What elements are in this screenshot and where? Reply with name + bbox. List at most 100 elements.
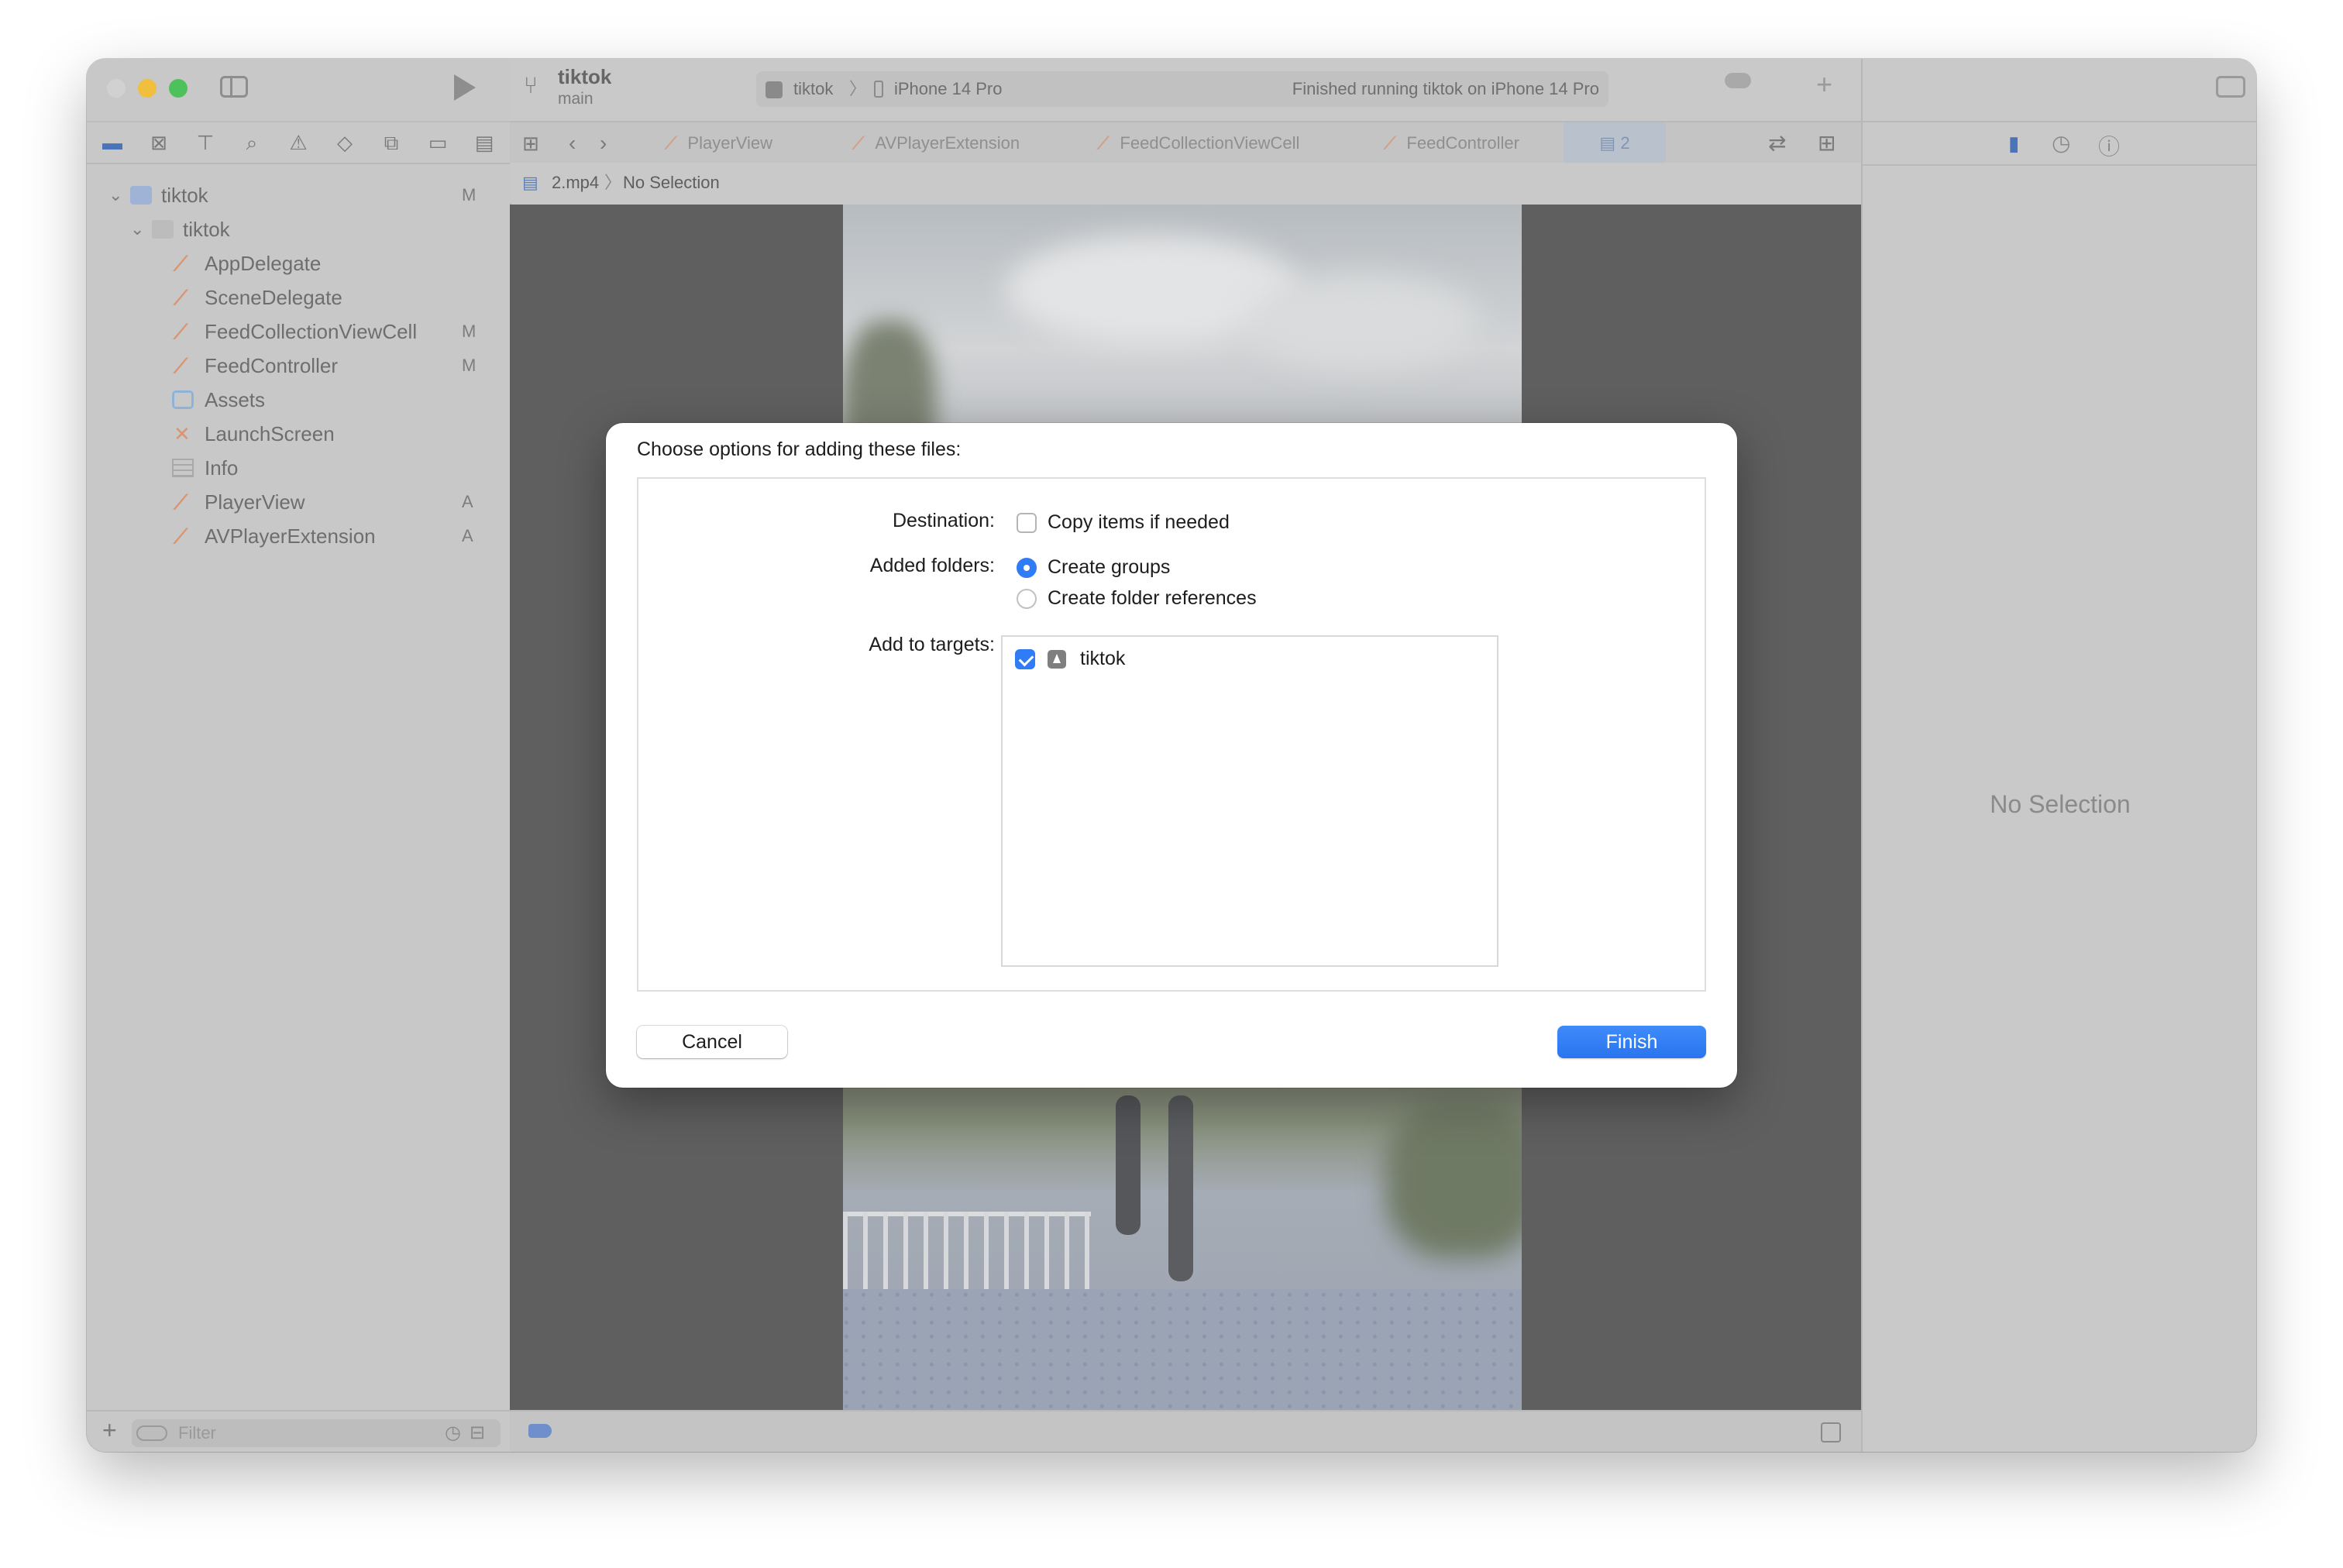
tag-icon[interactable] [528,1424,552,1438]
tree-row-file[interactable]: ⟋ AppDelegate [87,246,510,280]
close-window-button[interactable] [107,79,126,98]
forward-icon[interactable]: › [600,122,607,164]
tree-row-file[interactable]: Info [87,451,510,485]
options-box: Destination: Copy items if needed Added … [637,477,1706,992]
tree-row-file[interactable]: ⟋ FeedCollectionViewCell M [87,315,510,349]
tree-row-project[interactable]: ⌄ tiktok M [87,178,510,212]
filter-options-icon[interactable] [136,1425,167,1441]
zoom-window-button[interactable] [169,79,188,98]
tree-row-folder[interactable]: ⌄ tiktok [87,212,510,246]
run-button-icon[interactable] [454,74,476,101]
scm-filter-icon[interactable]: ⊟ [470,1419,485,1447]
tree-row-file[interactable]: ⟋ PlayerView A [87,485,510,519]
tab-avplayerextension[interactable]: ⟋ AVPlayerExtension [852,122,1020,164]
finish-button[interactable]: Finish [1557,1026,1706,1058]
road [843,1289,1522,1410]
test-diamond-icon[interactable]: ◇ [333,132,356,153]
tree-row-file[interactable]: ⟋ AVPlayerExtension A [87,519,510,553]
swap-icon[interactable]: ⇄ [1768,122,1786,164]
film-icon: ▤ [1599,133,1621,153]
back-icon[interactable]: ‹ [569,122,576,164]
tab-feedcontroller[interactable]: ⟋ FeedController [1384,122,1519,164]
cloud-icon [1725,73,1751,88]
target-name: tiktok [1080,648,1126,669]
report-icon[interactable]: ▤ [473,132,496,153]
cloud-shape [1246,274,1478,367]
swift-file-icon: ⟋ [174,320,188,343]
debug-area-toggle-icon[interactable] [1821,1422,1841,1442]
tab-label: PlayerView [687,133,773,153]
scheme-name[interactable]: tiktok [793,71,833,107]
inspector-toggle-icon[interactable] [2216,76,2245,98]
swift-file-icon: ⟋ [174,354,188,377]
editor-status-bar [510,1410,1861,1452]
modified-badge: M [462,322,477,341]
help-icon[interactable]: ⓘ [2098,130,2120,161]
editor-tab-bar: ⊞ ‹ › ⟋ PlayerView ⟋ AVPlayerExtension ⟋ Fe… [510,121,1861,166]
runner-leg [1116,1095,1141,1235]
sidebar-toggle-icon[interactable] [220,76,248,98]
copy-items-checkbox[interactable] [1017,513,1037,533]
chevron-right-icon: 〉 [604,173,622,192]
inspector-tabs: ▮ ◷ ⓘ [1863,121,2256,166]
jump-bar: ▤ 2.mp4 〉 No Selection [510,163,1861,203]
tree-row-file[interactable]: Assets [87,383,510,417]
filter-input[interactable]: Filter ◷ ⊟ [132,1419,501,1447]
jumpbar-selection[interactable]: No Selection [623,163,720,203]
tree-label: LaunchScreen [205,422,335,445]
tab-label: FeedController [1406,133,1519,153]
device-name[interactable]: iPhone 14 Pro [894,71,1002,107]
copy-items-label[interactable]: Copy items if needed [1048,511,1230,534]
add-tab-icon[interactable]: + [1816,68,1832,101]
app-target-icon [766,81,783,98]
debug-icon[interactable]: ⧉ [380,132,403,153]
branch-icon: ⑂ [524,73,538,98]
tab-label: FeedCollectionViewCell [1120,133,1300,153]
film-icon: ▤ [522,173,538,192]
chevron-down-icon[interactable]: ⌄ [130,212,144,246]
runner-leg [1168,1095,1193,1281]
create-folder-references-label[interactable]: Create folder references [1048,587,1257,610]
target-checkbox[interactable] [1015,649,1035,669]
add-editor-icon[interactable]: ⊞ [1818,122,1836,164]
chevron-down-icon[interactable]: ⌄ [108,178,122,212]
create-folder-references-radio[interactable] [1017,589,1037,609]
filter-placeholder: Filter [178,1423,216,1442]
tab-playerview[interactable]: ⟋ PlayerView [665,122,772,164]
file-inspector-icon[interactable]: ▮ [2008,132,2019,156]
cancel-button[interactable]: Cancel [637,1026,787,1058]
grid-icon[interactable]: ⊞ [522,122,539,164]
device-icon [874,81,883,98]
project-icon [130,186,152,205]
history-icon[interactable]: ◷ [2052,130,2070,156]
recent-files-icon[interactable]: ◷ [445,1419,461,1447]
folder-icon[interactable]: ▬ [101,132,124,153]
search-icon[interactable]: ⌕ [240,132,263,153]
swift-file-icon: ⟋ [174,252,188,275]
breakpoint-icon[interactable]: ▭ [426,132,449,153]
scheme-status-bar[interactable]: tiktok 〉 iPhone 14 Pro Finished running … [756,71,1608,107]
tree-row-file[interactable]: ✕ LaunchScreen [87,417,510,451]
swift-file-icon: ⟋ [1384,133,1396,153]
toolbar: ⑂ tiktok main tiktok 〉 iPhone 14 Pro Fin… [510,59,1861,121]
create-groups-label[interactable]: Create groups [1048,556,1170,579]
tree-label: Assets [205,388,266,411]
tab-active-video[interactable]: ▤ 2 [1564,122,1666,164]
targets-list[interactable]: tiktok [1001,635,1498,967]
symbol-navigator-icon[interactable]: ⊤ [194,132,217,153]
create-groups-radio[interactable] [1017,558,1037,578]
tree-row-file[interactable]: ⟋ FeedController M [87,349,510,383]
added-badge: A [462,526,473,545]
jumpbar-file[interactable]: 2.mp4 [552,163,599,203]
tab-feedcollectionviewcell[interactable]: ⟋ FeedCollectionViewCell [1097,122,1299,164]
source-control-icon[interactable]: ⊠ [147,132,170,153]
warning-icon[interactable]: ⚠ [287,132,310,153]
navigator-tabs: ▬ ⊠ ⊤ ⌕ ⚠ ◇ ⧉ ▭ ▤ [87,121,510,164]
add-icon[interactable]: + [102,1416,117,1445]
minimize-window-button[interactable] [138,79,157,98]
tree-label: AppDelegate [205,252,322,275]
targets-label: Add to targets: [869,634,995,655]
tree-row-file[interactable]: ⟋ SceneDelegate [87,280,510,315]
added-folders-label: Added folders: [869,555,995,576]
folder-icon [152,220,174,239]
